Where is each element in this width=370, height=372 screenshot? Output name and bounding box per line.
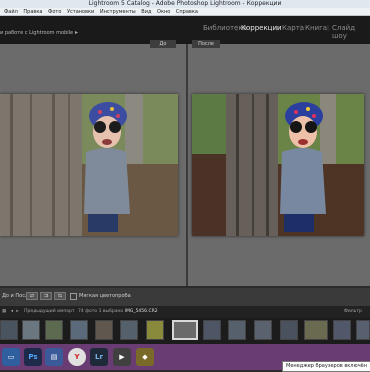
tab-slideshow[interactable]: Слайд шоу [332, 24, 370, 40]
tab-separator: | [276, 25, 279, 32]
film-thumb[interactable] [146, 320, 164, 340]
film-thumb[interactable] [120, 320, 138, 340]
app-icon[interactable]: ◆ [136, 348, 154, 366]
lightroom-icon[interactable]: Lr [90, 348, 108, 366]
tab-separator: | [327, 25, 330, 32]
film-thumb-selected[interactable] [172, 320, 198, 340]
media-player-icon[interactable]: ▶ [113, 348, 131, 366]
copy-settings-icon[interactable]: ⇉ [40, 292, 52, 300]
photoshop-icon[interactable]: Ps [24, 348, 42, 366]
after-label: После [192, 40, 220, 48]
menu-settings[interactable]: Установки [67, 9, 94, 15]
film-thumb[interactable] [356, 320, 370, 340]
menu-tools[interactable]: Инструменты [100, 9, 136, 15]
film-thumb[interactable] [203, 320, 221, 340]
catalog-text: и работе с Lightroom mobile [0, 30, 74, 36]
tab-separator: | [236, 25, 239, 32]
before-photo[interactable] [0, 94, 178, 236]
tab-book[interactable]: Книга [305, 24, 327, 32]
swap-icon[interactable]: ⇄ [26, 292, 38, 300]
explorer-icon[interactable]: ▤ [45, 348, 63, 366]
film-thumb[interactable] [280, 320, 298, 340]
menu-photo[interactable]: Фото [48, 9, 61, 15]
folder-icon[interactable]: ▭ [2, 348, 20, 366]
film-thumb[interactable] [70, 320, 88, 340]
compare-divider[interactable] [186, 44, 188, 286]
window-title: Lightroom 5 Catalog - Adobe Photoshop Li… [88, 0, 282, 7]
film-thumb[interactable] [95, 320, 113, 340]
film-thumb[interactable] [45, 320, 63, 340]
window-title-bar: Lightroom 5 Catalog - Adobe Photoshop Li… [0, 0, 370, 8]
grid-icon[interactable]: ▦ [2, 309, 6, 314]
menu-file[interactable]: Файл [4, 9, 18, 15]
film-thumb[interactable] [228, 320, 246, 340]
before-photo-image [0, 94, 178, 236]
film-thumb[interactable] [0, 320, 18, 340]
back-icon[interactable]: ◂ [11, 309, 13, 314]
after-photo[interactable] [192, 94, 364, 236]
before-label: До [150, 40, 176, 48]
menu-bar: Файл Правка Фото Установки Инструменты В… [0, 8, 370, 16]
soft-proof-label: Мягкая цветопроба [79, 293, 131, 299]
menu-help[interactable]: Справка [176, 9, 198, 15]
tray-tooltip: Менеджер браузеров включён [282, 361, 370, 372]
film-thumb[interactable] [22, 320, 40, 340]
yandex-browser-icon[interactable]: Y [68, 348, 86, 366]
current-filename: IMG_5456.CR2 [124, 309, 158, 314]
photo-count: 74 фото [78, 309, 98, 314]
forward-icon[interactable]: ▸ [16, 309, 18, 314]
film-thumb[interactable] [333, 320, 351, 340]
menu-view[interactable]: Вид [141, 9, 151, 15]
toggle-icon[interactable]: ⇆ [54, 292, 66, 300]
source-label[interactable]: Предыдущий импорт [24, 309, 74, 314]
selected-count: 1 выбрано [98, 309, 124, 314]
film-thumb[interactable] [254, 320, 272, 340]
film-thumb[interactable] [304, 320, 328, 340]
filter-label[interactable]: Фильтр [344, 306, 362, 318]
menu-window[interactable]: Окно [157, 9, 170, 15]
filmstrip-bar: ▦ ◂ ▸ Предыдущий импорт 74 фото 1 выбран… [0, 306, 370, 318]
menu-edit[interactable]: Правка [23, 9, 42, 15]
soft-proof-checkbox[interactable] [70, 293, 77, 300]
caret-icon[interactable]: ▸ [75, 29, 78, 36]
after-photo-image [192, 94, 364, 236]
tab-separator: | [300, 25, 303, 32]
